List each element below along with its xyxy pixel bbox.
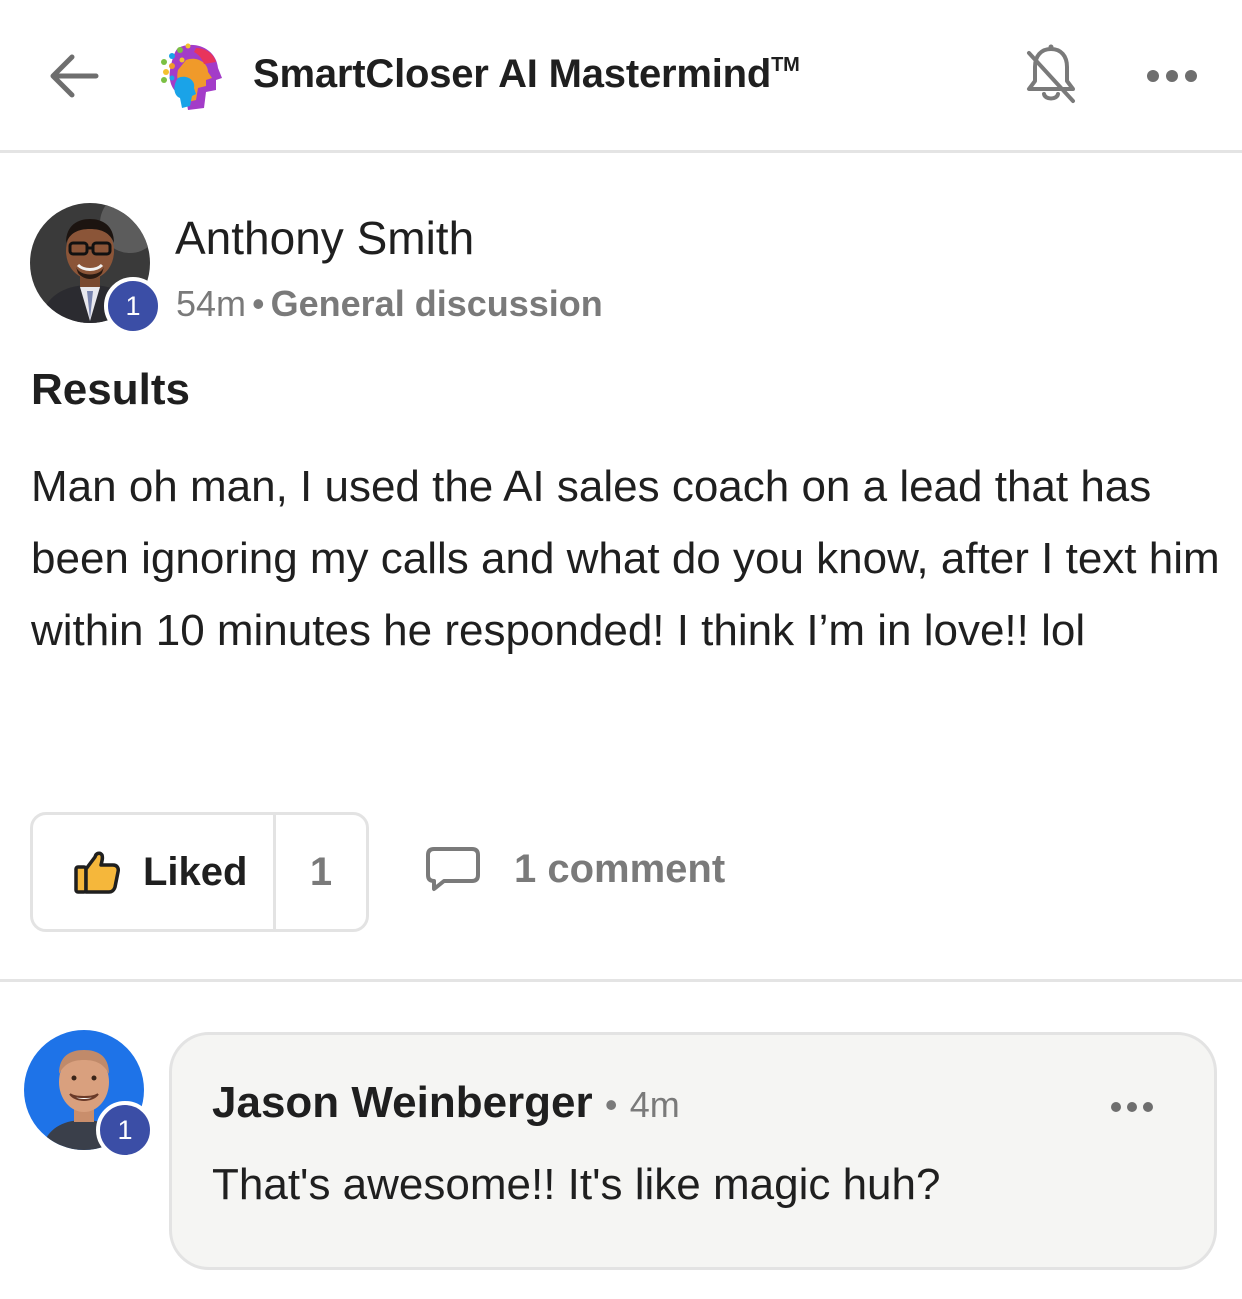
back-button[interactable]	[44, 48, 104, 104]
comment-time: 4m	[629, 1084, 680, 1125]
post-meta: 54m • General discussion	[176, 283, 603, 325]
comment-author-avatar-wrap[interactable]: 1	[24, 1030, 154, 1159]
group-title: SmartCloser AI MastermindTM	[253, 52, 800, 97]
like-control: Liked 1	[30, 812, 369, 932]
comment-header: Jason Weinberger • 4m	[212, 1078, 680, 1128]
thumbs-up-icon	[74, 851, 120, 894]
comment-bubble-icon	[426, 847, 480, 891]
level-badge: 1	[96, 1101, 154, 1159]
post-category-link[interactable]: General discussion	[271, 283, 603, 324]
comments-link[interactable]: 1 comment	[424, 845, 725, 893]
more-horizontal-icon	[1147, 70, 1197, 82]
bell-off-icon	[1027, 44, 1075, 103]
notifications-toggle-button[interactable]	[1018, 40, 1084, 110]
comment-count-label: 1 comment	[514, 846, 726, 891]
comment-author-name[interactable]: Jason Weinberger	[212, 1078, 593, 1127]
arrow-left-icon	[50, 54, 99, 98]
meta-separator: •	[252, 283, 265, 324]
more-horizontal-icon	[1111, 1102, 1153, 1112]
header-more-button[interactable]	[1140, 56, 1204, 96]
group-title-text: SmartCloser AI Mastermind	[253, 52, 772, 96]
like-count[interactable]: 1	[276, 815, 366, 929]
comment-text: That's awesome!! It's like magic huh?	[212, 1160, 941, 1209]
like-button[interactable]: Liked	[33, 815, 276, 929]
comment-separator: •	[604, 1084, 618, 1125]
post-body: Man oh man, I used the AI sales coach on…	[31, 462, 1220, 655]
post-title: Results	[31, 365, 190, 414]
brain-logo-icon	[160, 42, 224, 112]
section-divider	[0, 979, 1242, 982]
comment-more-button[interactable]	[1102, 1087, 1162, 1127]
like-label: Liked	[143, 849, 248, 894]
post-author-name[interactable]: Anthony Smith	[175, 211, 474, 265]
post-author-avatar-wrap[interactable]: 1	[30, 203, 162, 335]
level-badge: 1	[104, 277, 162, 335]
comment-bubble: Jason Weinberger • 4m That's awesome!! I…	[169, 1032, 1217, 1270]
post-time: 54m	[176, 283, 247, 324]
top-bar: SmartCloser AI MastermindTM	[0, 0, 1242, 153]
trademark-mark: TM	[771, 54, 800, 76]
